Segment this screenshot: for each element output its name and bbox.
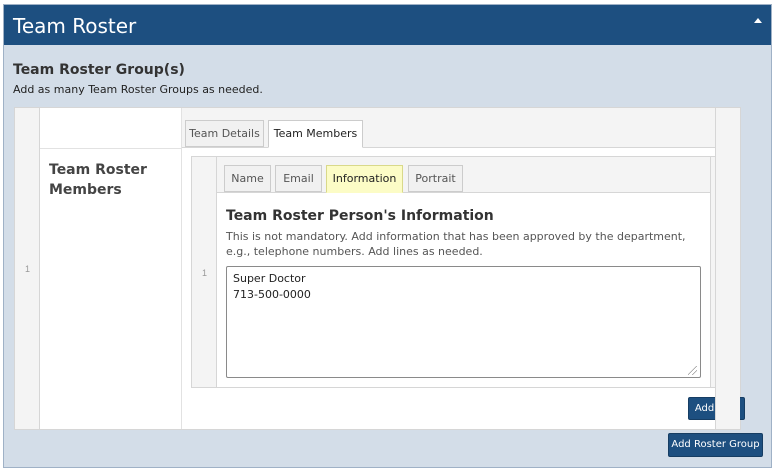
group-heading: Team Roster Group(s): [13, 62, 185, 78]
information-description: This is not mandatory. Add information t…: [226, 230, 686, 258]
group-description: Add as many Team Roster Groups as needed…: [13, 83, 263, 96]
information-heading: Team Roster Person's Information: [226, 208, 494, 224]
tab-name[interactable]: Name: [224, 165, 271, 192]
tab-email[interactable]: Email: [275, 165, 322, 192]
row-number-gutter[interactable]: 1: [15, 108, 40, 429]
field-label-team-roster-members: Team Roster Members: [49, 162, 147, 198]
tab-portrait[interactable]: Portrait: [408, 165, 463, 192]
team-members-table: 1 Name Email Information Portrait Team R…: [191, 156, 736, 388]
inner-row-number: 1: [201, 268, 207, 278]
inner-row-number-gutter[interactable]: 1: [192, 157, 217, 387]
member-content: Name Email Information Portrait Team Ros…: [217, 157, 710, 387]
team-roster-panel: Team Roster Team Roster Group(s) Add as …: [3, 4, 772, 468]
collapse-arrow-icon[interactable]: [754, 18, 762, 23]
row-actions-gutter[interactable]: [715, 108, 740, 429]
panel-header[interactable]: Team Roster: [4, 5, 771, 45]
resize-grip-icon[interactable]: [688, 366, 697, 375]
tab-team-members[interactable]: Team Members: [268, 120, 363, 148]
information-textarea[interactable]: Super Doctor 713-500-0000: [226, 266, 701, 378]
group-tabs: Team Details Team Members: [182, 108, 717, 148]
field-label-column: Team Roster Members: [40, 108, 181, 429]
label-divider: [40, 148, 181, 149]
roster-group-table: 1 Team Roster Members Team Details Team …: [14, 107, 745, 430]
row-number: 1: [24, 264, 30, 274]
tab-information[interactable]: Information: [326, 165, 403, 193]
roster-group-content: Team Details Team Members 1 Name Email I…: [181, 108, 745, 429]
add-roster-group-button[interactable]: Add Roster Group: [668, 433, 763, 457]
panel-title: Team Roster: [13, 14, 137, 38]
member-tabs: Name Email Information Portrait: [217, 157, 710, 193]
tab-team-details[interactable]: Team Details: [185, 120, 264, 147]
